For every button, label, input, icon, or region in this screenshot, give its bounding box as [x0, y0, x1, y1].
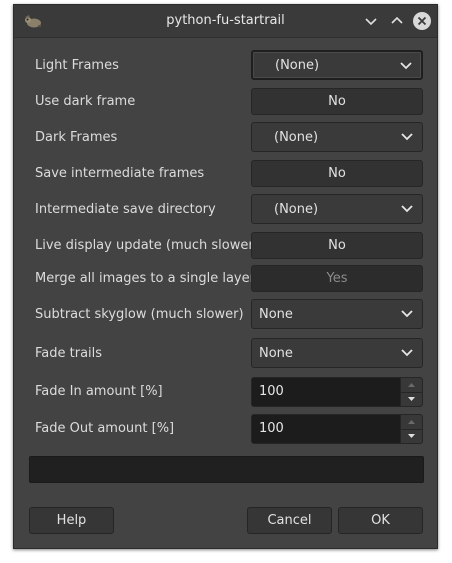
fade-trails-value: None: [259, 345, 293, 361]
chevron-down-icon: [401, 133, 413, 141]
chevron-down-icon: [401, 205, 413, 213]
progress-bar: [29, 456, 424, 483]
fade-out-label: Fade Out amount [%]: [35, 421, 175, 436]
intermediate-dir-label: Intermediate save directory: [35, 202, 216, 217]
fade-out-stepper: [401, 414, 423, 444]
live-display-toggle[interactable]: No: [251, 232, 423, 259]
minimize-icon[interactable]: [361, 11, 381, 31]
subtract-skyglow-value: None: [259, 306, 293, 322]
title-bar[interactable]: python-fu-startrail: [14, 5, 437, 38]
close-icon[interactable]: [412, 11, 432, 31]
fade-in-decrement-button[interactable]: [401, 392, 422, 406]
arrow-down-icon: [408, 434, 415, 438]
fade-out-input[interactable]: 100: [251, 414, 401, 444]
light-frames-combo[interactable]: (None): [251, 50, 423, 80]
maximize-icon[interactable]: [387, 11, 407, 31]
subtract-skyglow-label: Subtract skyglow (much slower): [35, 307, 244, 322]
fade-in-stepper: [401, 377, 423, 407]
arrow-up-icon: [408, 420, 415, 424]
dialog-window: python-fu-startrail Light Frames (None) …: [13, 4, 438, 549]
fade-in-label: Fade In amount [%]: [35, 384, 163, 399]
merge-layer-label: Merge all images to a single layer: [35, 271, 255, 286]
dark-frames-label: Dark Frames: [35, 130, 118, 145]
fade-in-input[interactable]: 100: [251, 377, 401, 407]
use-dark-frame-toggle[interactable]: No: [251, 88, 423, 115]
light-frames-value: (None): [275, 57, 320, 73]
dark-frames-combo[interactable]: (None): [251, 122, 423, 152]
chevron-down-icon: [400, 62, 412, 70]
fade-trails-combo[interactable]: None: [251, 338, 423, 368]
intermediate-dir-combo[interactable]: (None): [251, 194, 423, 224]
arrow-down-icon: [408, 397, 415, 401]
live-display-label: Live display update (much slower): [35, 238, 259, 253]
subtract-skyglow-combo[interactable]: None: [251, 299, 423, 329]
fade-trails-label: Fade trails: [35, 346, 103, 361]
cancel-button[interactable]: Cancel: [247, 507, 332, 534]
save-intermediate-toggle[interactable]: No: [251, 160, 423, 187]
light-frames-label: Light Frames: [35, 58, 119, 73]
help-button[interactable]: Help: [29, 507, 114, 534]
chevron-down-icon: [401, 349, 413, 357]
intermediate-dir-value: (None): [274, 201, 319, 217]
fade-out-decrement-button[interactable]: [401, 429, 422, 443]
ok-button[interactable]: OK: [338, 507, 423, 534]
fade-out-increment-button[interactable]: [401, 415, 422, 430]
save-intermediate-label: Save intermediate frames: [35, 166, 205, 181]
merge-layer-toggle[interactable]: Yes: [251, 265, 423, 292]
use-dark-frame-label: Use dark frame: [35, 94, 136, 109]
dark-frames-value: (None): [274, 129, 319, 145]
fade-in-increment-button[interactable]: [401, 378, 422, 393]
arrow-up-icon: [408, 383, 415, 387]
chevron-down-icon: [401, 310, 413, 318]
